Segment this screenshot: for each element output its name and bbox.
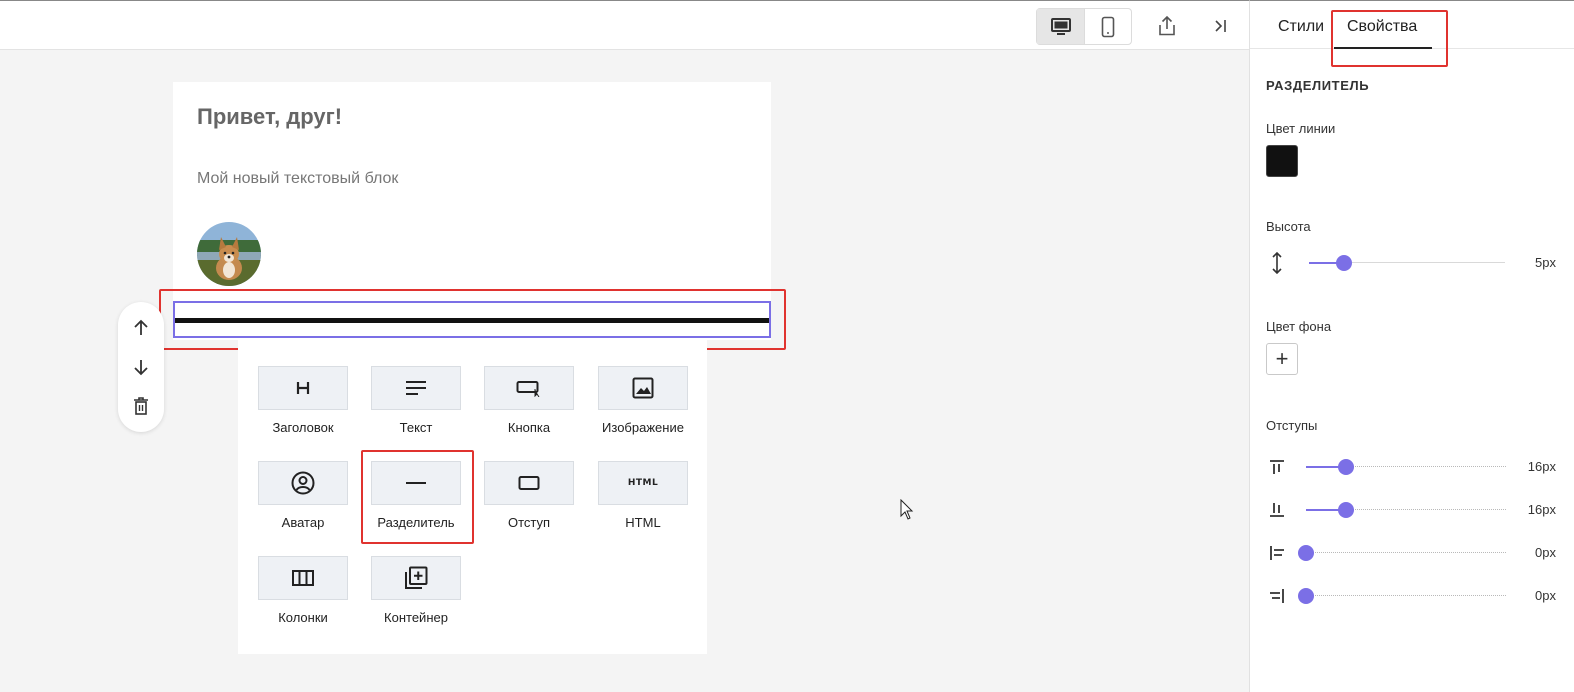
html-icon: HTML: [627, 478, 659, 488]
block-label: Контейнер: [384, 610, 448, 625]
trash-icon: [134, 397, 148, 415]
padding-bottom-thumb[interactable]: [1338, 502, 1354, 518]
collapse-panel-icon: [1215, 20, 1226, 32]
tab-styles[interactable]: Стили: [1278, 18, 1324, 36]
properties-panel: Стили Свойства РАЗДЕЛИТЕЛЬ Цвет линии Вы…: [1249, 0, 1574, 692]
block-label: Текст: [399, 420, 433, 435]
height-icon: [1266, 251, 1288, 275]
padding-right-icon: [1266, 584, 1288, 608]
block-divider[interactable]: Разделитель: [371, 461, 461, 530]
block-button[interactable]: Кнопка: [484, 366, 574, 435]
mobile-view-button[interactable]: [1084, 9, 1131, 44]
top-toolbar: [0, 0, 1249, 50]
block-label: Заголовок: [272, 420, 334, 435]
button-icon: [516, 381, 540, 397]
padding-bottom-slider[interactable]: 16px: [1266, 498, 1556, 522]
move-down-button[interactable]: [129, 355, 153, 379]
plus-icon: +: [1275, 346, 1289, 371]
height-slider-thumb[interactable]: [1336, 255, 1353, 271]
padding-right-track: [1306, 595, 1506, 597]
padding-bottom-icon: [1266, 498, 1288, 522]
padding-top-value: 16px: [1527, 459, 1556, 474]
arrow-up-icon: [134, 319, 148, 335]
padding-right-value: 0px: [1535, 588, 1556, 603]
panel-tabs: Стили Свойства: [1250, 1, 1574, 49]
mobile-icon: [1101, 16, 1115, 37]
block-columns[interactable]: Колонки: [258, 556, 348, 625]
block-text[interactable]: Текст: [371, 366, 461, 435]
mouse-cursor-icon: [900, 498, 914, 526]
block-label: HTML: [625, 515, 661, 530]
delete-block-button[interactable]: [129, 394, 153, 418]
collapse-panel-button[interactable]: [1209, 14, 1233, 38]
padding-top-icon: [1266, 455, 1288, 479]
device-switcher: [1036, 8, 1132, 45]
selected-divider-block[interactable]: [173, 301, 771, 338]
arrow-down-icon: [134, 360, 148, 376]
block-label: Аватар: [281, 515, 325, 530]
share-icon: [1159, 15, 1175, 36]
divider-line: [175, 318, 769, 323]
padding-right-slider[interactable]: 0px: [1266, 584, 1556, 608]
blocks-palette: Заголовок Текст Кнопка Изображение Авата…: [238, 338, 707, 654]
padding-bottom-value: 16px: [1527, 502, 1556, 517]
height-value: 5px: [1535, 255, 1556, 270]
block-label: Колонки: [278, 610, 328, 625]
padding-left-track: [1306, 552, 1506, 554]
container-icon: [405, 566, 428, 589]
desktop-icon: [1050, 17, 1071, 35]
block-label: Изображение: [602, 420, 684, 435]
padding-left-thumb[interactable]: [1298, 545, 1314, 561]
image-icon: [632, 377, 654, 399]
avatar-icon: [291, 471, 315, 495]
block-html[interactable]: HTML HTML: [598, 461, 688, 530]
divider-icon: [406, 482, 426, 484]
add-bg-color-button[interactable]: +: [1266, 343, 1298, 375]
padding-left-icon: [1266, 541, 1288, 565]
text-icon: [406, 381, 426, 395]
padding-left-slider[interactable]: 0px: [1266, 541, 1556, 565]
padding-right-thumb[interactable]: [1298, 588, 1314, 604]
email-text-block[interactable]: Мой новый текстовый блок: [197, 170, 398, 188]
block-container[interactable]: Контейнер: [371, 556, 461, 625]
block-label: Отступ: [507, 515, 551, 530]
height-slider[interactable]: 5px: [1266, 251, 1556, 275]
line-color-label: Цвет линии: [1266, 121, 1336, 136]
padding-label: Отступы: [1266, 418, 1318, 433]
section-title: РАЗДЕЛИТЕЛЬ: [1266, 78, 1370, 93]
block-actions-bar: [118, 302, 164, 432]
padding-top-thumb[interactable]: [1338, 459, 1354, 475]
height-label: Высота: [1266, 219, 1311, 234]
corgi-avatar[interactable]: [197, 222, 261, 286]
tab-properties[interactable]: Свойства: [1347, 18, 1417, 36]
block-label: Кнопка: [507, 420, 551, 435]
padding-top-slider[interactable]: 16px: [1266, 455, 1556, 479]
block-spacer[interactable]: Отступ: [484, 461, 574, 530]
block-heading[interactable]: Заголовок: [258, 366, 348, 435]
export-button[interactable]: [1155, 14, 1179, 38]
heading-icon: [296, 382, 310, 394]
block-image[interactable]: Изображение: [598, 366, 688, 435]
active-tab-indicator: [1334, 47, 1432, 49]
desktop-view-button[interactable]: [1037, 9, 1084, 44]
columns-icon: [292, 570, 314, 586]
block-label: Разделитель: [377, 515, 455, 530]
block-avatar[interactable]: Аватар: [258, 461, 348, 530]
spacer-icon: [518, 476, 540, 490]
email-heading[interactable]: Привет, друг!: [197, 104, 342, 130]
line-color-swatch[interactable]: [1266, 145, 1298, 177]
bg-color-label: Цвет фона: [1266, 319, 1332, 334]
move-up-button[interactable]: [129, 316, 153, 340]
padding-left-value: 0px: [1535, 545, 1556, 560]
